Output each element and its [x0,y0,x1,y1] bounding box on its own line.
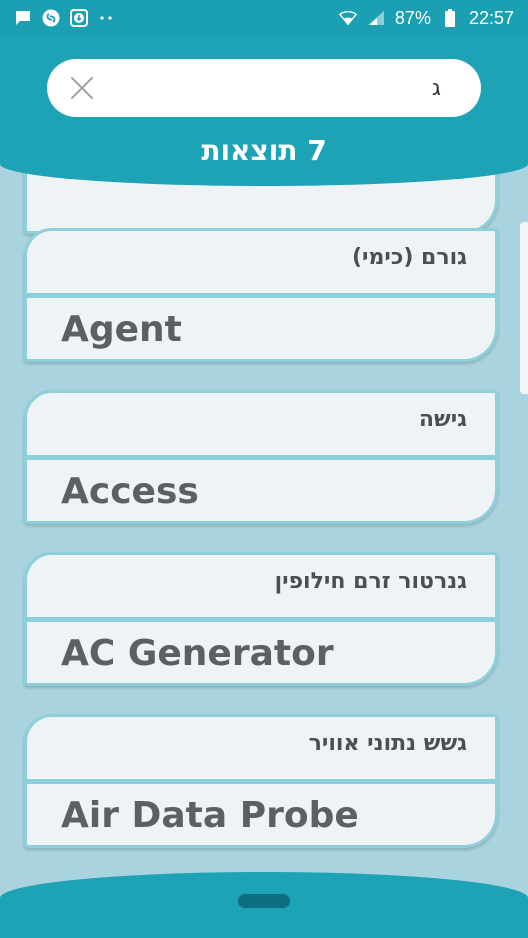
results-count: 7 תוצאות [201,134,327,167]
list-item[interactable]: גשש נתוני אוויר Air Data Probe [24,714,498,848]
header: ג 7 תוצאות [0,36,528,186]
card-divider [27,293,495,298]
clear-search-button[interactable] [69,75,95,101]
list-item[interactable]: גורם (כימי) Agent [24,228,498,362]
card-divider [27,617,495,622]
hebrew-term: גורם (כימי) [351,245,467,270]
english-term: Air Data Probe [61,795,359,836]
search-query: ג [431,75,441,101]
hebrew-term: גנרטור זרם חילופין [274,569,467,594]
list-item[interactable]: גנרטור זרם חילופין AC Generator [24,552,498,686]
english-term: Access [61,471,199,512]
card-divider [27,455,495,460]
english-term: Agent [61,309,182,350]
hebrew-term: גישה [418,407,467,432]
card-divider [27,779,495,784]
bottom-bar [0,872,528,938]
list-item[interactable]: גישה Access [24,390,498,524]
drawer-handle[interactable] [238,894,290,908]
search-input[interactable]: ג [47,59,481,117]
english-term: AC Generator [61,633,334,674]
hebrew-term: גשש נתוני אוויר [308,731,467,756]
scrollbar[interactable] [520,222,528,394]
